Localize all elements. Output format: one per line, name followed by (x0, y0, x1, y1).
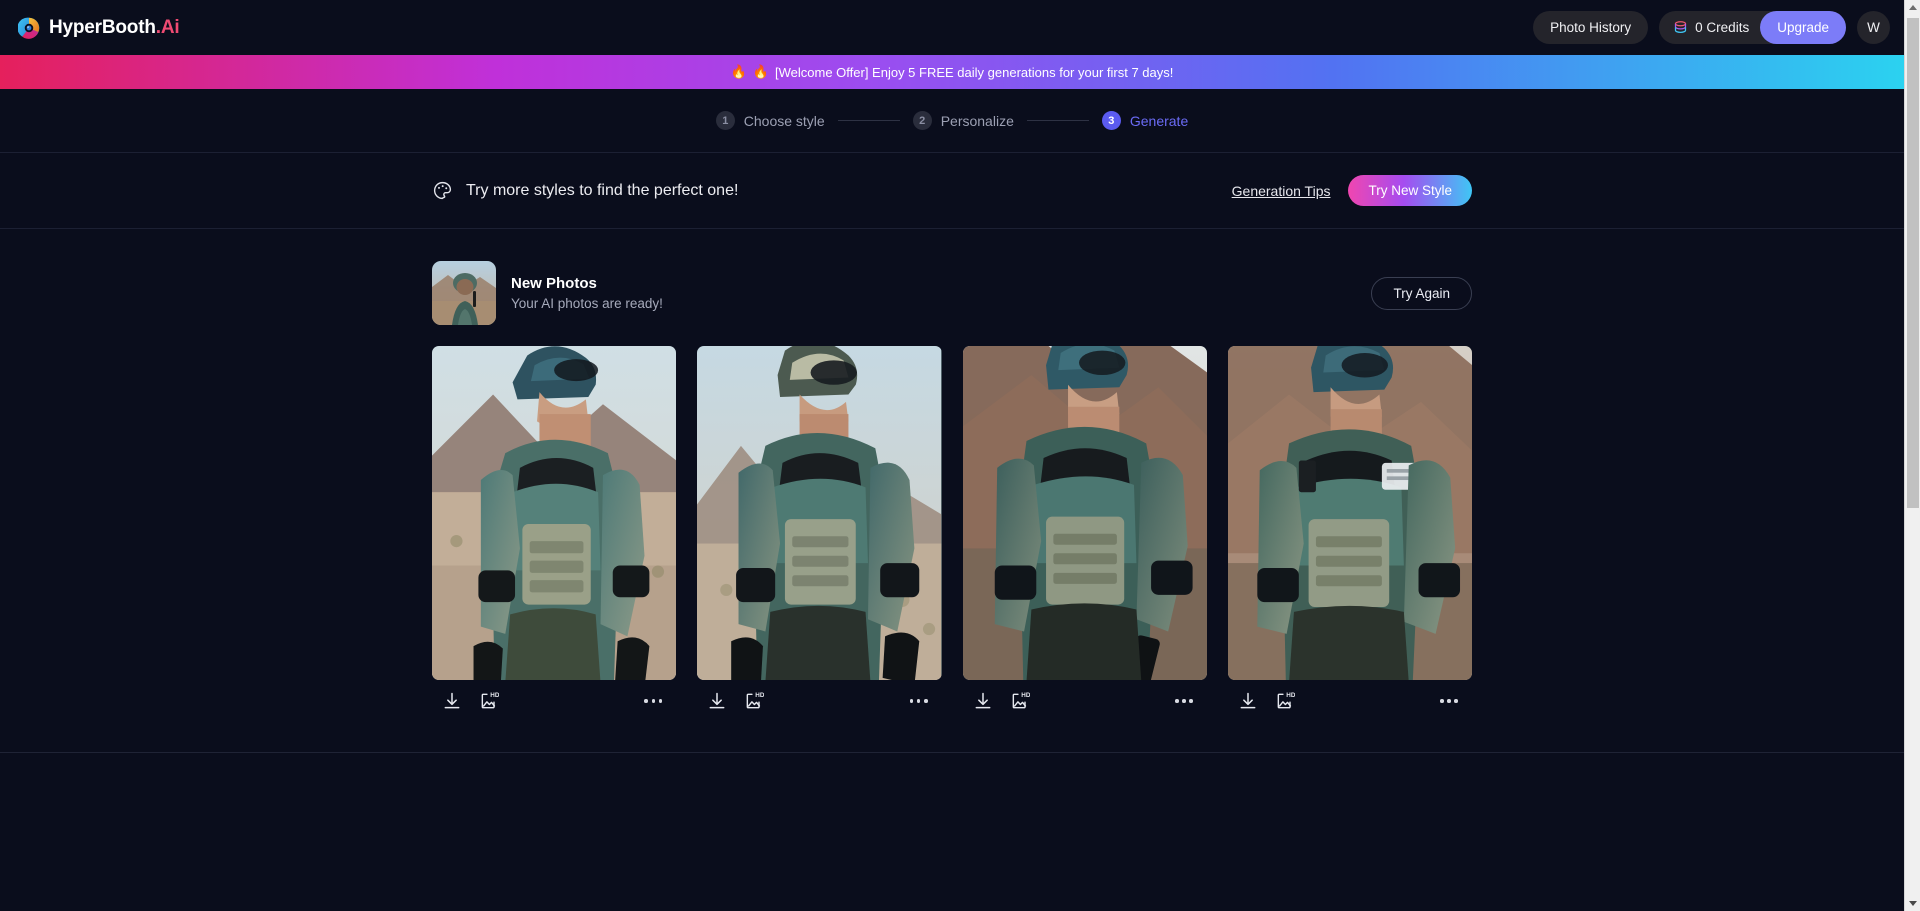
photo-card: HD (432, 346, 676, 722)
photo-card: HD (697, 346, 941, 722)
step-3-number: 3 (1102, 111, 1121, 130)
photo-card: HD (963, 346, 1207, 722)
try-more-styles-left: Try more styles to find the perfect one! (432, 180, 738, 201)
photo-card-actions-left: HD (707, 691, 764, 711)
photo-card-actions-left: HD (973, 691, 1030, 711)
avatar[interactable]: W (1857, 11, 1890, 44)
more-options-icon[interactable] (642, 693, 664, 709)
step-generate[interactable]: 3 Generate (1102, 111, 1188, 130)
photo-image-1[interactable] (432, 346, 676, 680)
photo-grid: HD (432, 346, 1472, 722)
more-options-icon[interactable] (908, 693, 930, 709)
hd-image-icon[interactable]: HD (479, 691, 499, 711)
download-icon[interactable] (973, 691, 993, 711)
photo-history-button[interactable]: Photo History (1533, 11, 1648, 44)
fire-icon-left: 🔥 (731, 64, 747, 80)
brand[interactable]: HyperBooth.Ai (18, 17, 179, 39)
photo-card-actions: HD (963, 680, 1207, 722)
hd-image-icon[interactable]: HD (744, 691, 764, 711)
step-1-label: Choose style (744, 113, 825, 129)
generation-tips-link[interactable]: Generation Tips (1232, 183, 1331, 199)
download-icon[interactable] (1238, 691, 1258, 711)
download-icon[interactable] (442, 691, 462, 711)
brand-name: HyperBooth.Ai (49, 17, 179, 39)
photo-card-actions-left: HD (442, 691, 499, 711)
results-inner: New Photos Your AI photos are ready! Try… (432, 261, 1472, 722)
step-3-label: Generate (1130, 113, 1188, 129)
step-2-label: Personalize (941, 113, 1014, 129)
coin-stack-icon (1673, 20, 1688, 35)
top-header: HyperBooth.Ai Photo History 0 Credits (0, 0, 1904, 55)
promo-banner[interactable]: 🔥 🔥 [Welcome Offer] Enjoy 5 FREE daily g… (0, 55, 1904, 89)
try-more-styles-inner: Try more styles to find the perfect one!… (432, 175, 1472, 206)
page-root: HyperBooth.Ai Photo History 0 Credits (0, 0, 1904, 911)
photo-image-2[interactable] (697, 346, 941, 680)
header-actions: Photo History 0 Credits Upgrade (1533, 11, 1890, 44)
download-icon[interactable] (707, 691, 727, 711)
results-header-text: New Photos Your AI photos are ready! (511, 275, 663, 311)
photo-card: HD (1228, 346, 1472, 722)
svg-text:HD: HD (490, 692, 499, 699)
photo-card-actions-left: HD (1238, 691, 1295, 711)
credits-group: 0 Credits Upgrade (1659, 11, 1846, 44)
step-connector-2 (1027, 120, 1089, 121)
section-divider (0, 752, 1904, 753)
step-choose-style[interactable]: 1 Choose style (716, 111, 825, 130)
scrollbar-thumb[interactable] (1907, 18, 1919, 508)
results-header-left: New Photos Your AI photos are ready! (432, 261, 663, 325)
scroll-up-arrow-icon[interactable] (1905, 0, 1920, 16)
aperture-logo-icon (18, 17, 40, 39)
photo-image-3[interactable] (963, 346, 1207, 680)
results-title: New Photos (511, 275, 663, 292)
results-header: New Photos Your AI photos are ready! Try… (432, 261, 1472, 325)
app-viewport: HyperBooth.Ai Photo History 0 Credits (0, 0, 1920, 911)
photo-card-actions: HD (1228, 680, 1472, 722)
step-indicator-bar: 1 Choose style 2 Personalize 3 Generate (0, 89, 1904, 153)
hd-image-icon[interactable]: HD (1010, 691, 1030, 711)
credits-display[interactable]: 0 Credits (1673, 20, 1749, 35)
upgrade-button[interactable]: Upgrade (1760, 11, 1846, 44)
fire-icon-right: 🔥 (753, 64, 769, 80)
more-options-icon[interactable] (1173, 693, 1195, 709)
step-personalize[interactable]: 2 Personalize (913, 111, 1014, 130)
hd-image-icon[interactable]: HD (1275, 691, 1295, 711)
try-more-styles-bar: Try more styles to find the perfect one!… (0, 153, 1904, 229)
photo-image-4[interactable] (1228, 346, 1472, 680)
try-more-styles-right: Generation Tips Try New Style (1232, 175, 1472, 206)
step-indicator: 1 Choose style 2 Personalize 3 Generate (716, 111, 1188, 130)
more-options-icon[interactable] (1438, 693, 1460, 709)
try-again-button[interactable]: Try Again (1371, 277, 1472, 310)
results-subtitle: Your AI photos are ready! (511, 296, 663, 311)
results-thumbnail[interactable] (432, 261, 496, 325)
credits-count-label: 0 Credits (1695, 20, 1749, 35)
step-2-number: 2 (913, 111, 932, 130)
promo-text: [Welcome Offer] Enjoy 5 FREE daily gener… (775, 65, 1173, 80)
vertical-scrollbar[interactable] (1904, 0, 1920, 911)
palette-icon (432, 180, 453, 201)
scroll-down-arrow-icon[interactable] (1905, 895, 1920, 911)
step-connector-1 (838, 120, 900, 121)
photo-card-actions: HD (697, 680, 941, 722)
svg-text:HD: HD (1286, 692, 1295, 699)
results-section: New Photos Your AI photos are ready! Try… (0, 229, 1904, 753)
photo-card-actions: HD (432, 680, 676, 722)
svg-text:HD: HD (1021, 692, 1030, 699)
step-1-number: 1 (716, 111, 735, 130)
try-more-styles-title: Try more styles to find the perfect one! (466, 182, 738, 200)
svg-text:HD: HD (756, 692, 765, 699)
try-new-style-button[interactable]: Try New Style (1348, 175, 1472, 206)
